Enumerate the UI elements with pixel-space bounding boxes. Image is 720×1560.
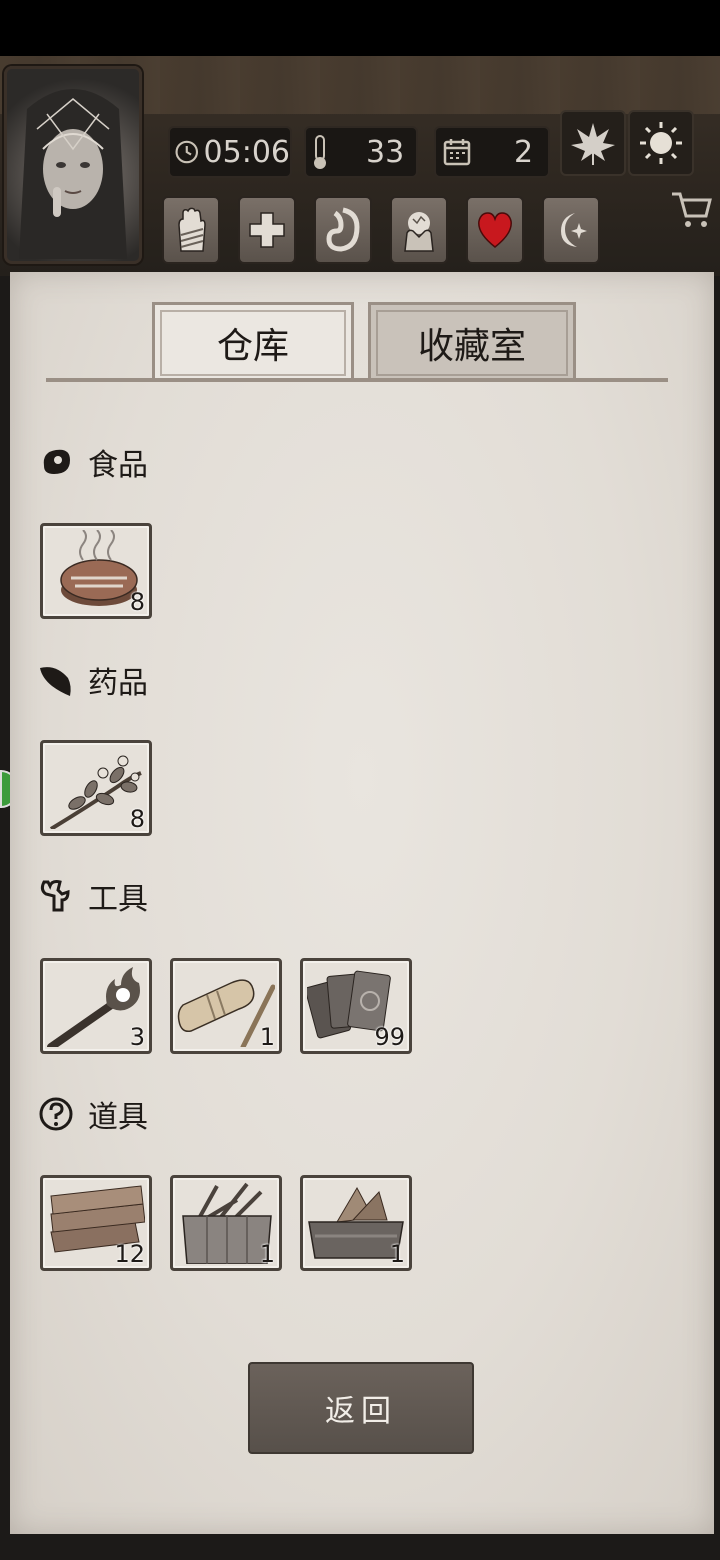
time-value: 05:06 xyxy=(203,134,290,170)
item-cards[interactable]: 99 xyxy=(300,958,412,1054)
status-bar xyxy=(0,0,720,56)
character-portrait[interactable] xyxy=(4,66,142,264)
section-props-label: 道具 xyxy=(88,1100,148,1135)
item-quantity: 8 xyxy=(129,588,145,616)
wrench-icon xyxy=(40,880,70,912)
leaf-icon xyxy=(571,123,615,165)
health-button[interactable] xyxy=(238,196,296,264)
section-props: 道具 xyxy=(38,1092,148,1136)
herb-leaf-icon xyxy=(40,667,71,696)
clock-icon xyxy=(175,140,199,164)
bandage-button[interactable] xyxy=(162,196,220,264)
item-quantity: 1 xyxy=(259,1023,275,1051)
section-tools-label: 工具 xyxy=(88,882,148,917)
mood-button[interactable] xyxy=(466,196,524,264)
section-medicine: 药品 xyxy=(38,658,148,702)
tab-warehouse[interactable]: 仓库 xyxy=(152,302,354,381)
head-hand-icon xyxy=(404,212,434,252)
time-display: 05:06 xyxy=(168,126,292,178)
day-value: 2 xyxy=(514,134,534,170)
item-scrap-box[interactable]: 1 xyxy=(170,1175,282,1271)
item-wood-basket[interactable]: 1 xyxy=(300,1175,412,1271)
calendar-icon xyxy=(443,139,471,166)
item-quantity: 8 xyxy=(129,805,145,833)
item-quantity: 99 xyxy=(374,1023,405,1051)
sun-icon xyxy=(640,122,682,164)
cross-icon xyxy=(249,212,285,248)
weather-button[interactable] xyxy=(628,110,694,176)
temperature-display: 33 xyxy=(304,126,418,178)
tab-collection[interactable]: 收藏室 xyxy=(368,302,576,381)
item-herb[interactable]: 8 xyxy=(40,740,152,836)
item-quantity: 3 xyxy=(129,1023,145,1051)
item-quantity: 12 xyxy=(114,1240,145,1268)
shop-cart-icon[interactable] xyxy=(668,186,714,232)
portrait-icon xyxy=(19,89,127,259)
temperature-value: 33 xyxy=(366,134,405,170)
sanity-button[interactable] xyxy=(390,196,448,264)
section-food-label: 食品 xyxy=(88,448,148,483)
item-quantity: 1 xyxy=(389,1240,405,1268)
season-button[interactable] xyxy=(560,110,626,176)
day-display: 2 xyxy=(434,126,550,178)
item-steak[interactable]: 8 xyxy=(40,523,152,619)
heart-icon xyxy=(478,212,512,248)
hunger-button[interactable] xyxy=(314,196,372,264)
item-quantity: 1 xyxy=(259,1240,275,1268)
question-icon xyxy=(39,1097,73,1131)
section-tools: 工具 xyxy=(38,874,148,918)
section-medicine-label: 药品 xyxy=(88,666,148,701)
item-planks[interactable]: 12 xyxy=(40,1175,152,1271)
section-food: 食品 xyxy=(38,440,148,484)
item-flashlight[interactable]: 1 xyxy=(170,958,282,1054)
thermometer-icon xyxy=(314,135,326,169)
hand-bandage-icon xyxy=(178,207,206,252)
back-button[interactable]: 返回 xyxy=(248,1362,474,1454)
tab-divider xyxy=(46,378,668,382)
sleep-button[interactable] xyxy=(542,196,600,264)
stomach-icon xyxy=(326,207,360,252)
meat-icon xyxy=(43,449,70,474)
moon-icon xyxy=(561,213,587,247)
item-torch[interactable]: 3 xyxy=(40,958,152,1054)
